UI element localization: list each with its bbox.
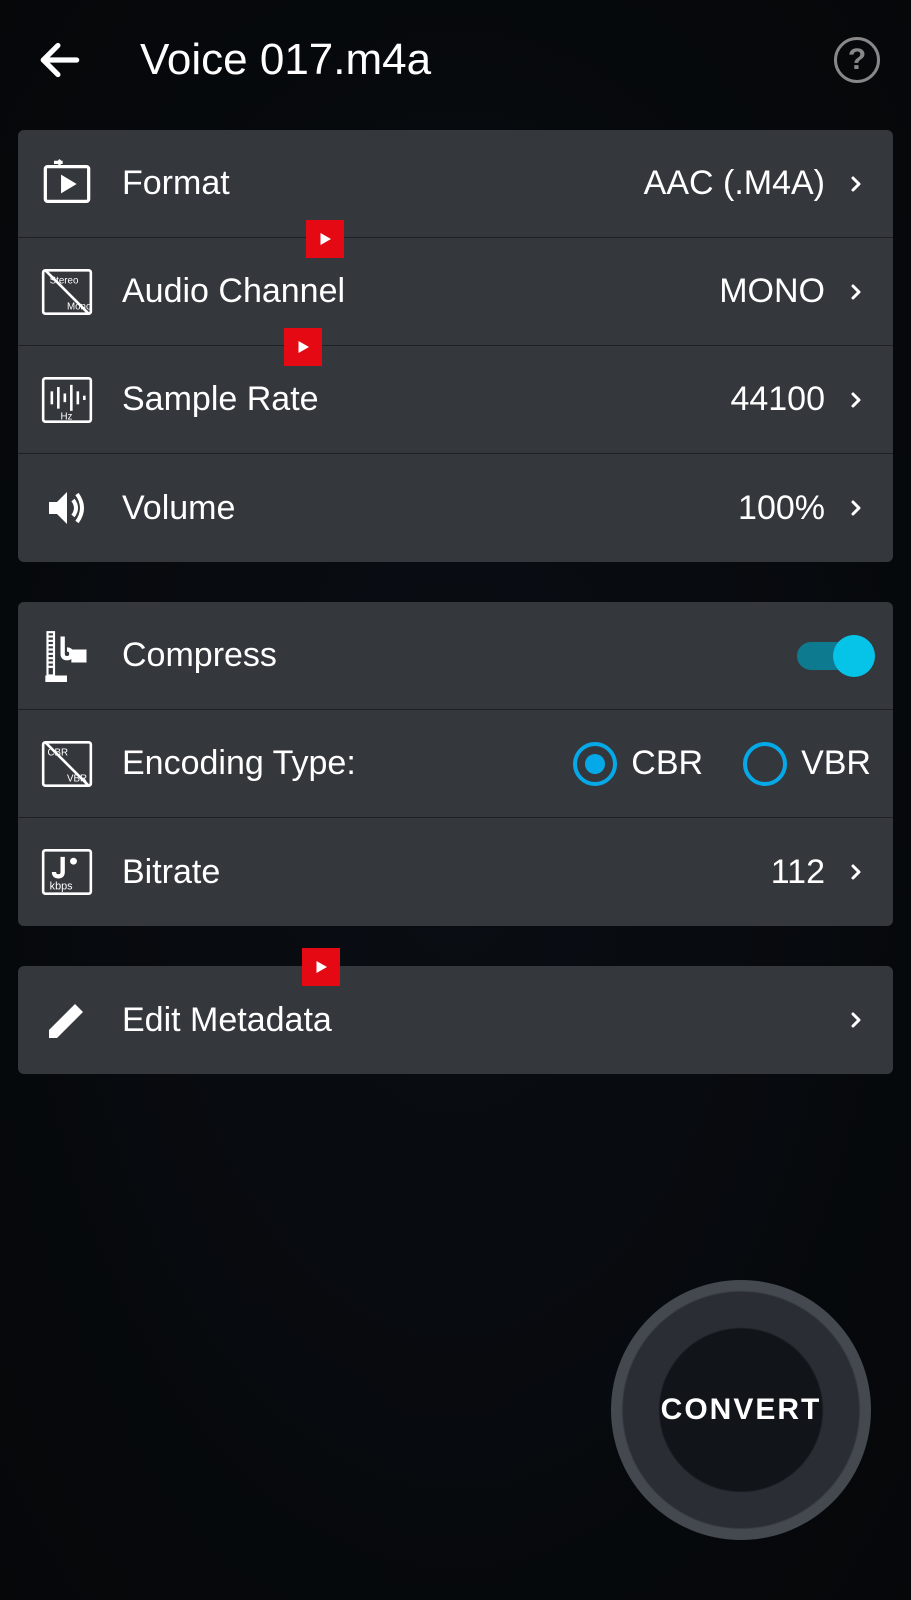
chevron-right-icon: [841, 277, 871, 307]
chevron-right-icon: [841, 857, 871, 887]
settings-section: Format AAC (.M4A) Stereo Mono Audio Chan…: [18, 130, 893, 562]
back-button[interactable]: [30, 30, 90, 90]
compress-toggle[interactable]: [797, 636, 871, 676]
sample-rate-label: Sample Rate: [122, 380, 730, 419]
svg-text:Mono: Mono: [67, 301, 92, 312]
chevron-right-icon: [841, 169, 871, 199]
chevron-right-icon: [841, 1005, 871, 1035]
bitrate-row[interactable]: kbps Bitrate 112: [18, 818, 893, 926]
radio-vbr-label: VBR: [801, 744, 871, 783]
play-badge-icon[interactable]: [306, 220, 344, 258]
play-badge-icon[interactable]: [302, 948, 340, 986]
sample-rate-value: 44100: [730, 380, 825, 419]
arrow-left-icon: [35, 35, 85, 85]
encoding-type-row: CBR VBR Encoding Type: CBR VBR: [18, 710, 893, 818]
metadata-section: Edit Metadata: [18, 966, 893, 1074]
svg-text:VBR: VBR: [67, 773, 87, 784]
format-icon: [40, 157, 94, 211]
page-title: Voice 017.m4a: [140, 35, 783, 85]
compress-icon: [40, 629, 94, 683]
svg-text:kbps: kbps: [50, 880, 73, 892]
channel-icon: Stereo Mono: [40, 265, 94, 319]
radio-cbr[interactable]: CBR: [573, 742, 703, 786]
help-button[interactable]: ?: [833, 36, 881, 84]
edit-metadata-row[interactable]: Edit Metadata: [18, 966, 893, 1074]
channel-label: Audio Channel: [122, 272, 719, 311]
svg-text:Stereo: Stereo: [50, 275, 79, 286]
compress-row[interactable]: Compress: [18, 602, 893, 710]
format-row[interactable]: Format AAC (.M4A): [18, 130, 893, 238]
convert-label: CONVERT: [661, 1393, 822, 1427]
radio-cbr-label: CBR: [631, 744, 703, 783]
encoding-label: Encoding Type:: [122, 744, 573, 783]
sample-rate-row[interactable]: Hz Sample Rate 44100: [18, 346, 893, 454]
volume-icon: [40, 481, 94, 535]
pencil-icon: [40, 993, 94, 1047]
sample-rate-icon: Hz: [40, 373, 94, 427]
bitrate-icon: kbps: [40, 845, 94, 899]
format-value: AAC (.M4A): [644, 164, 825, 203]
svg-text:CBR: CBR: [48, 747, 69, 758]
svg-text:Hz: Hz: [61, 411, 73, 422]
volume-value: 100%: [738, 489, 825, 528]
help-icon: ?: [834, 37, 880, 83]
play-badge-icon[interactable]: [284, 328, 322, 366]
chevron-right-icon: [841, 385, 871, 415]
volume-label: Volume: [122, 489, 738, 528]
format-label: Format: [122, 164, 644, 203]
encoding-icon: CBR VBR: [40, 737, 94, 791]
radio-vbr[interactable]: VBR: [743, 742, 871, 786]
audio-channel-row[interactable]: Stereo Mono Audio Channel MONO: [18, 238, 893, 346]
channel-value: MONO: [719, 272, 825, 311]
compress-section: Compress CBR VBR Encoding Type: CBR VBR: [18, 602, 893, 926]
chevron-right-icon: [841, 493, 871, 523]
compress-label: Compress: [122, 636, 797, 675]
bitrate-label: Bitrate: [122, 853, 771, 892]
volume-row[interactable]: Volume 100%: [18, 454, 893, 562]
bitrate-value: 112: [771, 853, 825, 892]
metadata-label: Edit Metadata: [122, 1001, 841, 1040]
convert-button[interactable]: CONVERT: [611, 1280, 871, 1540]
